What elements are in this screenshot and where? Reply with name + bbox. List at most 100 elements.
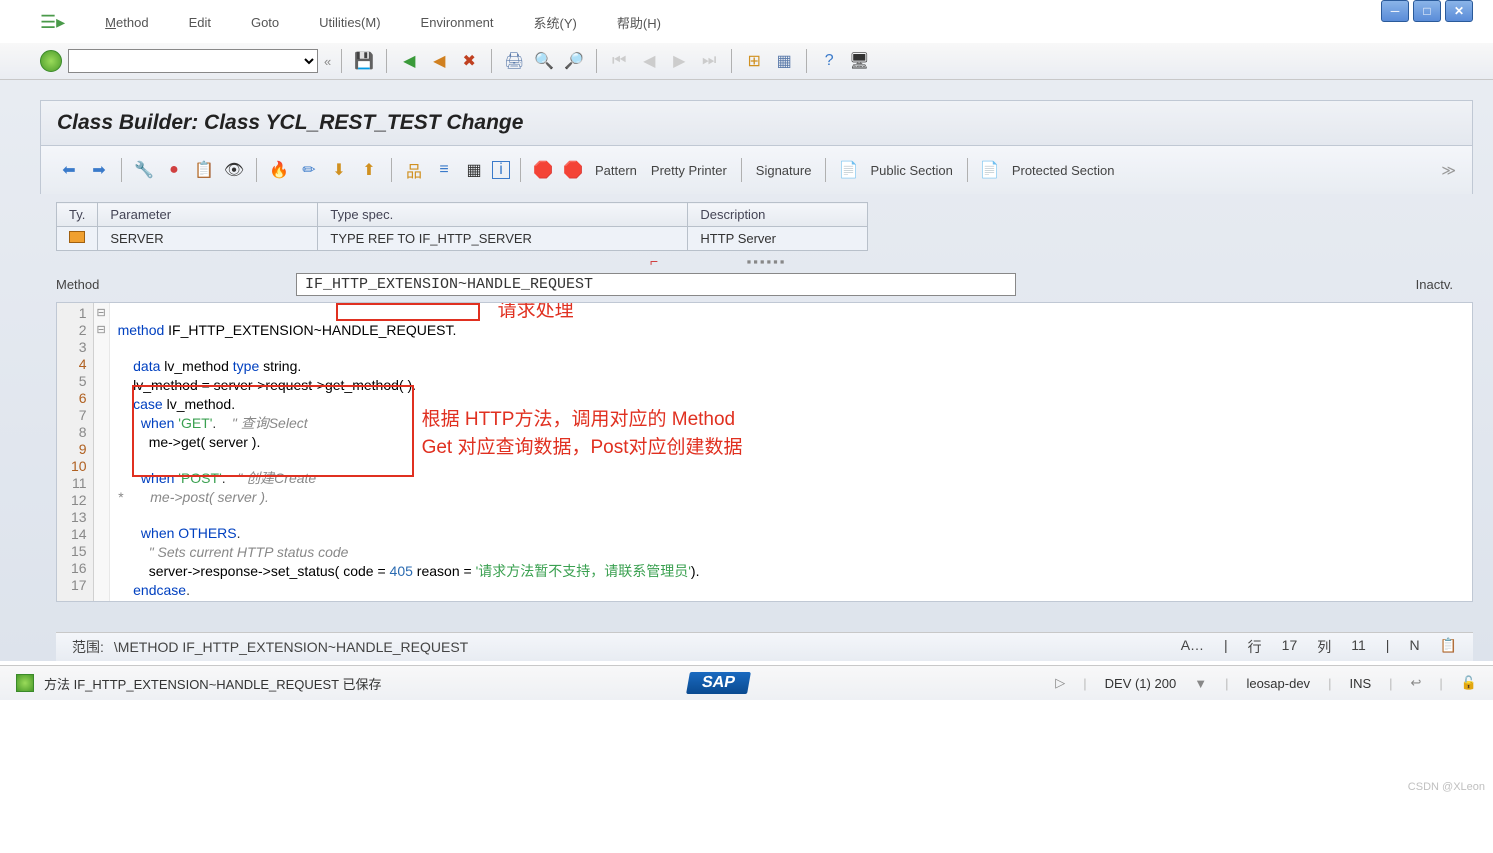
activate-icon[interactable]: 🔥 <box>267 158 291 182</box>
redo-icon[interactable]: ➡ <box>87 158 111 182</box>
status-a: A… <box>1181 637 1204 657</box>
annotation-text-3: Get 对应查询数据，Post对应创建数据 <box>422 439 743 456</box>
col-label: 列 <box>1317 637 1331 657</box>
info-icon[interactable]: i <box>492 161 510 179</box>
cell-typespec: TYPE REF TO IF_HTTP_SERVER <box>318 227 688 251</box>
page-title: Class Builder: Class YCL_REST_TEST Chang… <box>40 100 1473 146</box>
settings-icon[interactable]: 🖥 <box>847 49 871 73</box>
ins-mode[interactable]: INS <box>1349 676 1371 691</box>
host-field: leosap-dev <box>1246 676 1310 691</box>
table-row[interactable]: SERVER TYPE REF TO IF_HTTP_SERVER HTTP S… <box>57 227 868 251</box>
menu-icon[interactable]: ☰▸ <box>40 12 65 33</box>
check-icon[interactable]: 👁 <box>222 158 246 182</box>
more-icon[interactable]: ≫ <box>1441 162 1456 179</box>
doc2-icon[interactable]: 📄 <box>978 158 1002 182</box>
line-gutter: 1234567891011121314151617 <box>57 303 94 601</box>
scope-value: \METHOD IF_HTTP_EXTENSION~HANDLE_REQUEST <box>114 639 468 655</box>
public-section-button[interactable]: Public Section <box>870 163 952 178</box>
pretty-printer-button[interactable]: Pretty Printer <box>651 163 727 178</box>
sap-logo: SAP <box>686 672 751 694</box>
importing-icon <box>69 231 85 243</box>
breakpoint2-icon[interactable]: 🛑 <box>561 158 585 182</box>
print-icon[interactable]: 🖨 <box>502 49 526 73</box>
menu-system[interactable]: 系统(Y) <box>534 13 577 32</box>
wand-icon[interactable]: ✏ <box>297 158 321 182</box>
status-bar: 方法 IF_HTTP_EXTENSION~HANDLE_REQUEST 已保存 … <box>0 665 1493 700</box>
scope-label: 范围: <box>72 637 104 657</box>
tree-icon[interactable]: ⬆ <box>357 158 381 182</box>
undo-icon[interactable]: ⬅ <box>57 158 81 182</box>
window-controls: ─ □ ✕ <box>1381 0 1473 22</box>
line-label: 行 <box>1248 637 1262 657</box>
menu-edit[interactable]: Edit <box>189 15 211 30</box>
menubar: ☰▸ MMethodethod Edit Goto Utilities(M) E… <box>0 0 1493 43</box>
help-icon[interactable]: ? <box>817 49 841 73</box>
cell-param: SERVER <box>98 227 318 251</box>
table-icon[interactable]: ▦ <box>462 158 486 182</box>
main-toolbar: « 💾 ◀ ◀ ✖ 🖨 🔍 🔎 ⏮ ◀ ▶ ⏭ ⊞ ▦ ? 🖥 <box>0 43 1493 80</box>
annotation-box-2 <box>132 385 414 477</box>
code-editor[interactable]: 1234567891011121314151617 ⊟⊟ method IF_H… <box>56 302 1473 602</box>
menu-goto[interactable]: Goto <box>251 15 279 30</box>
other-object-icon[interactable]: ● <box>162 158 186 182</box>
splitter[interactable]: ⌐ ▪▪▪▪▪▪ <box>40 251 1493 271</box>
doc-icon[interactable]: 📄 <box>836 158 860 182</box>
ok-icon[interactable] <box>40 50 62 72</box>
status-ok-icon <box>16 674 34 692</box>
nav-icon[interactable]: ▷ <box>1055 675 1065 691</box>
find-icon[interactable]: 🔍 <box>532 49 556 73</box>
menu-utilities[interactable]: Utilities(M) <box>319 15 380 30</box>
collapse-icon[interactable]: « <box>324 54 331 69</box>
th-desc: Description <box>688 203 868 227</box>
status-message: 方法 IF_HTTP_EXTENSION~HANDLE_REQUEST 已保存 <box>44 674 381 693</box>
annotation-box-1 <box>336 303 480 321</box>
clipboard-icon[interactable]: 📋 <box>192 158 216 182</box>
hierarchy-icon[interactable]: 品 <box>402 158 426 182</box>
save-icon[interactable]: 💾 <box>352 49 376 73</box>
method-status: Inactv. <box>1416 277 1453 292</box>
command-field[interactable] <box>68 49 318 73</box>
cell-desc: HTTP Server <box>688 227 868 251</box>
display-icon[interactable]: 🔧 <box>132 158 156 182</box>
status-n: N <box>1409 637 1419 657</box>
menu-method[interactable]: MMethodethod <box>105 15 148 30</box>
fold-gutter[interactable]: ⊟⊟ <box>94 303 110 601</box>
new-session-icon[interactable]: ⊞ <box>742 49 766 73</box>
status-doc-icon: 📋 <box>1440 637 1457 657</box>
splitter-handle-icon[interactable]: ▪▪▪▪▪▪ <box>747 254 787 269</box>
back-icon[interactable]: ◀ <box>397 49 421 73</box>
watermark: CSDN @XLeon <box>1408 781 1485 793</box>
menu-help[interactable]: 帮助(H) <box>617 13 661 32</box>
signature-button[interactable]: Signature <box>756 163 812 178</box>
unknown-icon[interactable]: ↩ <box>1411 675 1422 691</box>
first-page-icon: ⏮ <box>607 49 631 73</box>
minimize-button[interactable]: ─ <box>1381 0 1409 22</box>
corner-mark: ⌐ <box>650 253 658 269</box>
breakpoint-icon[interactable]: 🛑 <box>531 158 555 182</box>
close-button[interactable]: ✕ <box>1445 0 1473 22</box>
parameter-table: Ty. Parameter Type spec. Description SER… <box>56 202 868 251</box>
exit-icon[interactable]: ◀ <box>427 49 451 73</box>
lock-icon[interactable]: 🔓 <box>1461 675 1477 691</box>
line-value: 17 <box>1282 637 1298 657</box>
menu-environment[interactable]: Environment <box>421 15 494 30</box>
col-value: 11 <box>1351 637 1366 657</box>
system-field[interactable]: DEV (1) 200 <box>1105 676 1177 691</box>
list-icon[interactable]: ≡ <box>432 158 456 182</box>
cancel-icon[interactable]: ✖ <box>457 49 481 73</box>
code-content[interactable]: method IF_HTTP_EXTENSION~HANDLE_REQUEST.… <box>110 303 1472 601</box>
next-page-icon: ▶ <box>667 49 691 73</box>
method-name-field[interactable]: IF_HTTP_EXTENSION~HANDLE_REQUEST <box>296 273 1016 296</box>
pattern-button[interactable]: Pattern <box>595 163 637 178</box>
maximize-button[interactable]: □ <box>1413 0 1441 22</box>
prev-page-icon: ◀ <box>637 49 661 73</box>
annotation-text-2: 根据 HTTP方法，调用对应的 Method <box>422 411 736 428</box>
protected-section-button[interactable]: Protected Section <box>1012 163 1115 178</box>
layout-icon[interactable]: ▦ <box>772 49 796 73</box>
sub-toolbar: ⬅ ➡ 🔧 ● 📋 👁 🔥 ✏ ⬇ ⬆ 品 ≡ ▦ i 🛑 🛑 Pattern … <box>40 146 1473 194</box>
method-label: Method <box>56 277 276 292</box>
th-ty: Ty. <box>57 203 98 227</box>
find-next-icon[interactable]: 🔎 <box>562 49 586 73</box>
th-typespec: Type spec. <box>318 203 688 227</box>
where-used-icon[interactable]: ⬇ <box>327 158 351 182</box>
